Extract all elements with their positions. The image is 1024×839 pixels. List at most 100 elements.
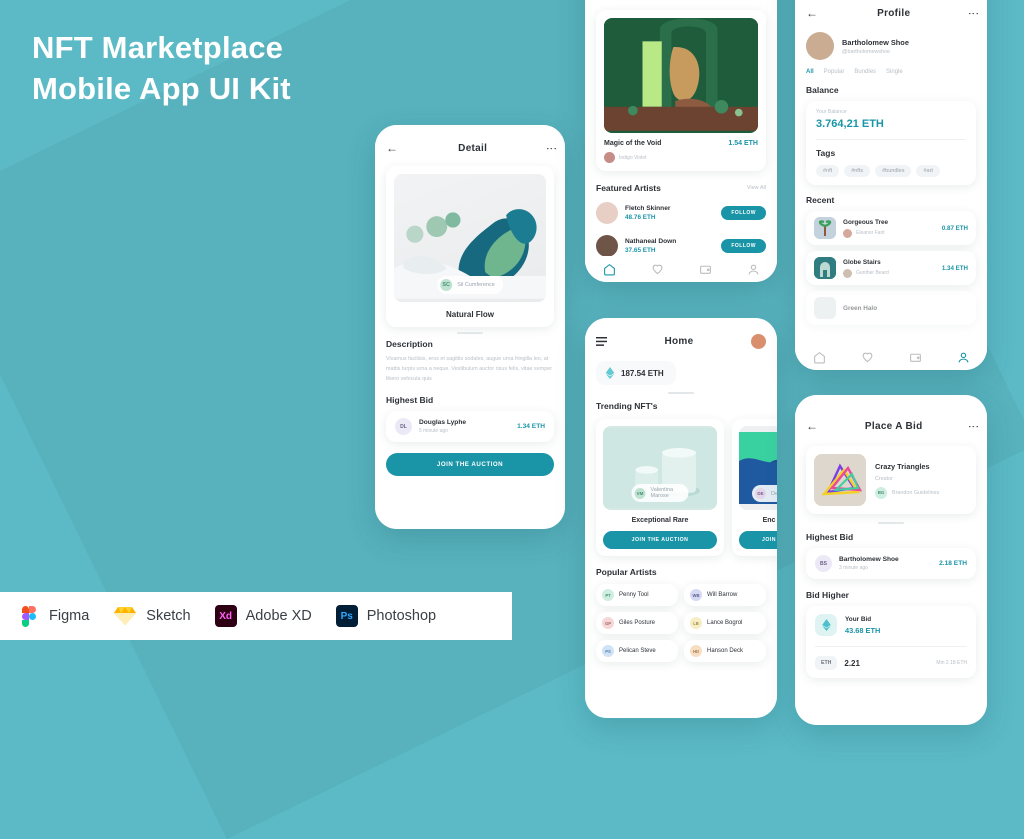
artist-name: Will Barrow	[707, 592, 738, 598]
tab-popular[interactable]: Popular	[824, 69, 845, 75]
phone-marketplace-screen: Ends in 01:28:19 Magic of the Void 1.54 …	[585, 0, 777, 282]
hamburger-icon[interactable]	[596, 336, 607, 346]
bidder-name: Douglas Lyphe	[419, 419, 467, 426]
footer-label-sketch: Sketch	[146, 608, 191, 624]
highest-bid-row[interactable]: BS Bartholomew Shoe 3 minute ago 2.18 ET…	[806, 548, 976, 579]
artist-name: Lance Bogrol	[707, 620, 743, 626]
footer-item-photoshop[interactable]: Ps Photoshop	[335, 605, 437, 627]
heart-icon[interactable]	[861, 351, 874, 364]
trending-card[interactable]: DE De Enc JOIN	[732, 419, 777, 556]
footer-item-sketch[interactable]: Sketch	[113, 606, 191, 626]
list-item[interactable]: GP Giles Posture	[596, 612, 678, 634]
artist-row[interactable]: Fletch Skinner 48.76 ETH FOLLOW	[596, 202, 766, 224]
page-title: NFT Marketplace Mobile App UI Kit	[32, 28, 291, 110]
tag-chip[interactable]: #bundles	[875, 165, 912, 177]
wallet-icon[interactable]	[909, 351, 922, 364]
highest-bid-row[interactable]: DL Douglas Lyphe 5 minute ago 1.34 ETH	[386, 411, 554, 442]
tab-single[interactable]: Single	[886, 69, 903, 75]
bid-price: 2.18 ETH	[939, 560, 967, 567]
recent-item[interactable]: Globe Stairs Gunther Beard 1.34 ETH	[806, 251, 976, 285]
artist-badge[interactable]: VM Valentina Marose	[631, 484, 689, 502]
avatar	[596, 235, 618, 257]
auction-artwork[interactable]	[604, 18, 758, 133]
tag-chip[interactable]: #art	[916, 165, 940, 177]
avatar	[596, 202, 618, 224]
recent-price: 0.87 ETH	[941, 224, 968, 232]
back-arrow-icon[interactable]: ←	[386, 141, 398, 155]
avatar[interactable]	[806, 32, 834, 60]
join-auction-button[interactable]: JOIN THE AUCTION	[386, 453, 554, 476]
tab-all[interactable]: All	[806, 69, 814, 75]
heart-icon[interactable]	[651, 263, 664, 276]
bid-title: Place A Bid	[864, 420, 923, 432]
bid-amount-input[interactable]: 2.21	[844, 659, 929, 668]
view-all-link[interactable]: View All	[747, 185, 766, 191]
more-vertical-icon[interactable]: ⋮	[967, 8, 979, 19]
avatar	[604, 152, 615, 163]
artist-badge-name: De	[770, 490, 777, 497]
list-item[interactable]: PS Pelican Steve	[596, 640, 678, 662]
drag-handle[interactable]	[457, 332, 483, 334]
phone-profile-screen: ← Profile ⋮ Bartholomew Shoe @bartholome…	[795, 0, 987, 370]
join-auction-button[interactable]: JOIN THE AUCTION	[603, 531, 717, 549]
join-auction-button[interactable]: JOIN	[739, 531, 777, 549]
artist-name: Giles Posture	[619, 620, 656, 626]
home-icon[interactable]	[813, 351, 826, 364]
more-vertical-icon[interactable]: ⋮	[545, 143, 557, 154]
min-bid-hint: Min 2.18 ETH	[936, 660, 967, 666]
avatar: SC	[440, 279, 453, 291]
artist-badge[interactable]: DE De	[751, 485, 777, 502]
photoshop-icon: Ps	[335, 605, 358, 627]
more-vertical-icon[interactable]: ⋮	[967, 421, 979, 432]
tab-bundles[interactable]: Bundles	[854, 69, 876, 75]
back-arrow-icon[interactable]: ←	[806, 419, 818, 433]
footer-label-photoshop: Photoshop	[366, 608, 437, 624]
recent-item[interactable]: Green Halo	[806, 291, 976, 325]
recent-item[interactable]: Gorgeous Tree Eleanor Fant 0.87 ETH	[806, 211, 976, 245]
person-icon[interactable]	[957, 351, 970, 364]
auction-price: 1.54 ETH	[728, 140, 758, 147]
balance-chip[interactable]: 187.54 ETH	[596, 361, 676, 385]
avatar	[843, 268, 852, 278]
follow-button[interactable]: FOLLOW	[721, 206, 766, 220]
trending-heading: Trending NFT's	[596, 401, 658, 411]
profile-avatar[interactable]	[750, 333, 766, 349]
wallet-icon[interactable]	[699, 263, 712, 276]
phone-place-bid-screen: ← Place A Bid ⋮ Crazy Triangles Creator …	[795, 395, 987, 725]
bid-time: 3 minute ago	[839, 565, 868, 571]
tag-chip[interactable]: #nft	[816, 165, 840, 177]
bid-item-card[interactable]: Crazy Triangles Creator BG Brandon Guide…	[806, 446, 976, 514]
trending-artwork[interactable]: VM Valentina Marose	[603, 426, 717, 510]
avatar: LB	[690, 617, 702, 629]
software-footer: Figma Sketch Xd Adobe XD Ps Photoshop	[0, 592, 512, 640]
balance-card[interactable]: Your Balance 3.764,21 ETH Tags #nft #nft…	[806, 101, 976, 185]
person-icon[interactable]	[747, 263, 760, 276]
follow-button[interactable]: FOLLOW	[721, 239, 766, 253]
list-item[interactable]: LB Lance Bogrol	[684, 612, 766, 634]
artist-badge[interactable]: SC Sil Cumference	[437, 276, 503, 294]
drag-handle[interactable]	[668, 392, 694, 394]
list-item[interactable]: HD Hanson Deck	[684, 640, 766, 662]
avatar: GP	[602, 617, 614, 629]
popular-artists-grid: PT Penny Tool WB Will Barrow GP Giles Po…	[596, 584, 766, 662]
tag-chip[interactable]: #nfts	[844, 165, 871, 177]
list-item[interactable]: PT Penny Tool	[596, 584, 678, 606]
footer-item-adobe-xd[interactable]: Xd Adobe XD	[214, 605, 312, 627]
artist-badge-name: Valentina Marose	[650, 487, 674, 499]
back-arrow-icon[interactable]: ←	[806, 6, 818, 20]
avatar: HD	[690, 645, 702, 657]
home-icon[interactable]	[603, 263, 616, 276]
footer-item-figma[interactable]: Figma	[18, 605, 89, 627]
artist-row[interactable]: Nathaneal Down 37.65 ETH FOLLOW	[596, 235, 766, 257]
avatar: DL	[395, 418, 412, 435]
list-item[interactable]: WB Will Barrow	[684, 584, 766, 606]
drag-handle[interactable]	[878, 522, 904, 524]
trending-card[interactable]: VM Valentina Marose Exceptional Rare JOI…	[596, 419, 724, 556]
creator-name: Brandon Guidelines	[892, 489, 940, 496]
artwork-image[interactable]: SC Sil Cumference	[394, 174, 546, 302]
recent-thumbnail	[814, 297, 836, 319]
profile-user-name: Bartholomew Shoe	[842, 37, 909, 47]
avatar: WB	[690, 589, 702, 601]
recent-heading: Recent	[806, 195, 835, 205]
trending-artwork[interactable]: DE De	[739, 426, 777, 510]
